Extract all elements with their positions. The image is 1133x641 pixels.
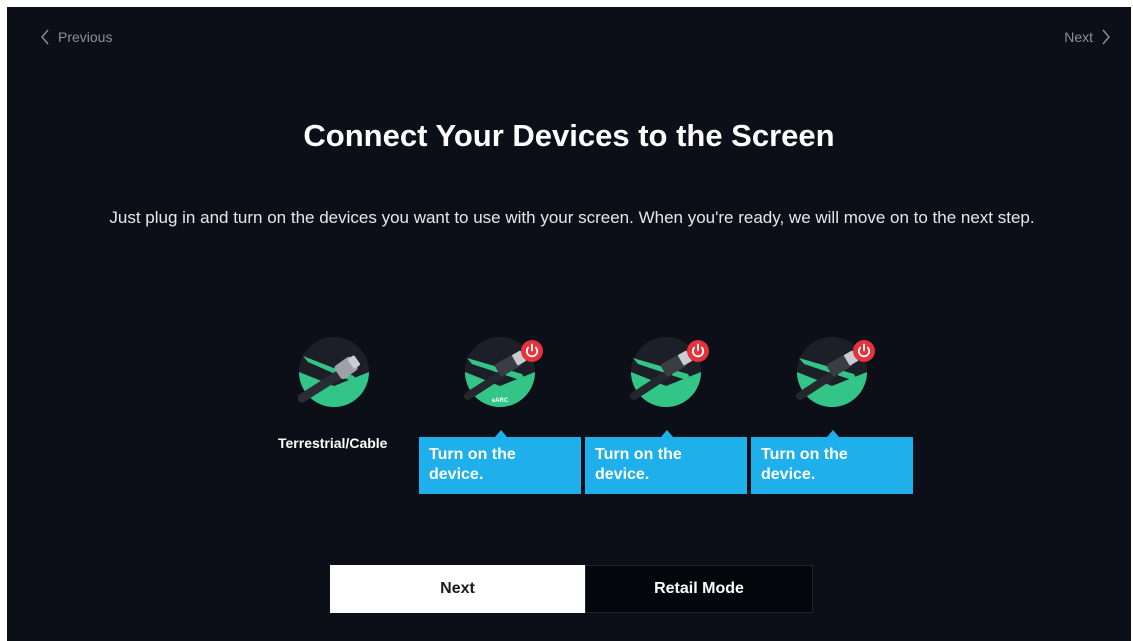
device-hdmi-2 — [630, 336, 709, 410]
device-hdmi-earc: eARC — [464, 336, 543, 410]
previous-label: Previous — [58, 29, 113, 45]
tooltip-turn-on: Turn on the device. — [751, 430, 913, 494]
previous-nav[interactable]: Previous — [40, 29, 112, 45]
device-terrestrial-cable — [297, 336, 372, 410]
device-hdmi-3 — [796, 336, 875, 410]
device-label: Terrestrial/Cable — [278, 435, 388, 451]
power-icon — [853, 340, 875, 362]
tooltip-turn-on: Turn on the device. — [419, 430, 581, 494]
page-title: Connect Your Devices to the Screen — [303, 118, 835, 153]
page-subtitle: Just plug in and turn on the devices you… — [109, 208, 1035, 227]
power-icon — [687, 340, 709, 362]
coax-cable-icon — [297, 337, 369, 407]
next-nav[interactable]: Next — [1064, 29, 1111, 45]
chevron-left-icon — [41, 29, 49, 45]
power-icon — [521, 340, 543, 362]
retail-mode-button[interactable]: Retail Mode — [585, 565, 813, 613]
tooltip-turn-on: Turn on the device. — [585, 430, 747, 494]
earc-port-label: eARC — [492, 398, 509, 404]
setup-screen: Previous Next Connect Your Devices to th… — [7, 7, 1131, 641]
next-label: Next — [1064, 29, 1093, 45]
chevron-right-icon — [1102, 29, 1110, 45]
next-button[interactable]: Next — [330, 565, 585, 613]
